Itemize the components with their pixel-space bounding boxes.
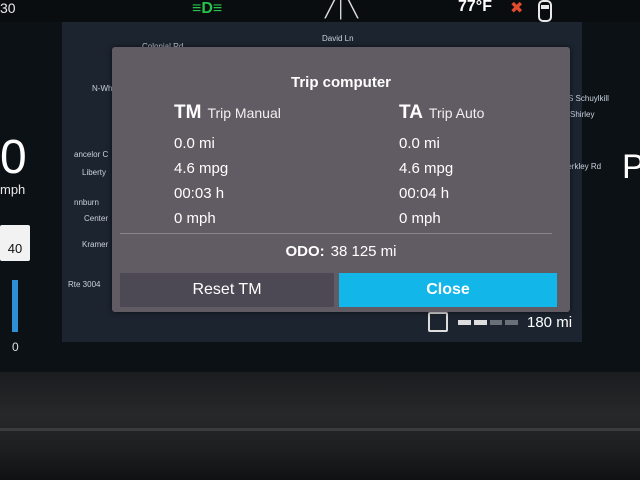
map-label: Liberty xyxy=(82,168,107,177)
map-label: ancelor C xyxy=(74,150,109,159)
trip-manual-column: TM Trip Manual 0.0 mi 4.6 mpg 00:03 h 0 … xyxy=(174,102,281,231)
trip-manual-name: Trip Manual xyxy=(207,105,281,121)
trip-auto-column: TA Trip Auto 0.0 mi 4.6 mpg 00:04 h 0 mp… xyxy=(399,102,484,231)
trip-auto-abbr: TA xyxy=(399,102,423,123)
gear-indicator: P xyxy=(622,148,640,186)
dashboard-bezel xyxy=(0,372,640,480)
fuel-segment xyxy=(505,320,518,325)
odometer: ODO: 38 125 mi xyxy=(112,243,570,260)
fuel-pump-icon xyxy=(428,312,448,332)
seatbelt-warning-icon: ✖ xyxy=(510,0,524,17)
bezel-trim xyxy=(0,428,640,431)
fuel-level-bar xyxy=(458,320,518,325)
speed-unit: mph xyxy=(0,182,26,197)
fuel-segment xyxy=(458,320,471,325)
divider xyxy=(120,233,552,234)
trip-manual-time: 00:03 h xyxy=(174,185,225,202)
trip-manual-speed: 0 mph xyxy=(174,210,216,227)
speed-limit-value: 40 xyxy=(7,241,23,256)
map-label: David Ln xyxy=(322,34,354,43)
map-label: N-Whi xyxy=(92,84,115,93)
trip-auto-distance: 0.0 mi xyxy=(399,135,440,152)
fuel-segment xyxy=(473,320,487,325)
road-icon: ╱│╲ xyxy=(325,0,358,18)
map-label: Shirley xyxy=(570,110,595,119)
fuel-range: 180 mi xyxy=(527,314,573,331)
outside-temperature: 77°F xyxy=(458,0,492,15)
trip-auto-time: 00:04 h xyxy=(399,185,450,202)
map-label: nnburn xyxy=(74,198,99,207)
map-label: S Schuylkill xyxy=(568,94,609,103)
dialog-title: Trip computer xyxy=(290,74,391,91)
car-top-view-icon xyxy=(538,0,552,22)
tachometer-reading: 30 xyxy=(0,0,16,16)
trip-auto-header: TA Trip Auto xyxy=(399,102,484,124)
trip-manual-header: TM Trip Manual xyxy=(174,102,281,124)
gauge-zero-label: 0 xyxy=(12,340,19,354)
reset-tm-button[interactable]: Reset TM xyxy=(120,273,334,307)
map-label: Rte 3004 xyxy=(68,280,101,289)
instrument-cluster: N-Whi ancelor C Liberty nnburn Center Kr… xyxy=(0,0,640,372)
trip-manual-abbr: TM xyxy=(174,102,202,123)
gauge-bar xyxy=(12,280,18,332)
trip-manual-economy: 4.6 mpg xyxy=(174,160,229,177)
trip-auto-name: Trip Auto xyxy=(428,105,485,121)
trip-auto-economy: 4.6 mpg xyxy=(399,160,454,177)
headlight-icon: ≡D≡ xyxy=(192,0,223,17)
trip-computer-dialog: Trip computer TM Trip Manual 0.0 mi 4.6 … xyxy=(112,47,570,312)
map-label: Kramer xyxy=(82,240,109,249)
fuel-segment xyxy=(489,320,503,325)
speedometer-value: 0 xyxy=(0,131,27,184)
odometer-label: ODO: xyxy=(285,243,325,260)
close-button[interactable]: Close xyxy=(339,273,557,307)
speed-limit-sign: 40 xyxy=(0,225,30,261)
odometer-value: 38 125 mi xyxy=(330,243,397,260)
map-label: Center xyxy=(84,214,109,223)
trip-manual-distance: 0.0 mi xyxy=(174,135,215,152)
trip-auto-speed: 0 mph xyxy=(399,210,441,227)
